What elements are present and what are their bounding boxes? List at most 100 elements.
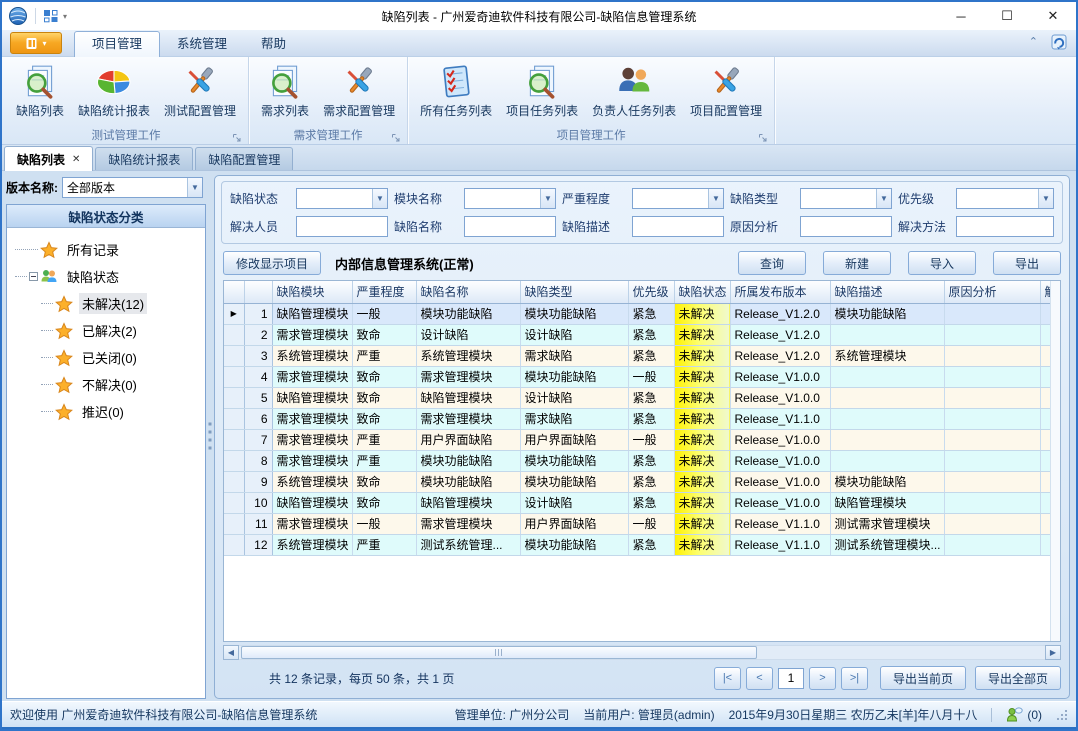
sidebar-splitter[interactable] <box>206 171 214 701</box>
column-header[interactable]: 原因分析 <box>944 281 1040 303</box>
dropdown-arrow-icon[interactable]: ▼ <box>876 189 891 208</box>
ribbon-button[interactable]: 项目配置管理 <box>683 60 769 120</box>
ribbon-right-tools: ⌃ <box>1029 33 1068 51</box>
document-tab[interactable]: 缺陷统计报表 <box>95 147 193 170</box>
scrollbar-thumb[interactable] <box>241 646 757 659</box>
filter-input[interactable] <box>296 216 388 237</box>
tree-item[interactable]: 不解决(0) <box>7 371 205 398</box>
dialog-launcher-icon[interactable] <box>391 130 401 140</box>
table-row[interactable]: 7需求管理模块严重用户界面缺陷用户界面缺陷一般未解决Release_V1.0.0 <box>224 429 1061 450</box>
table-row[interactable]: 4需求管理模块致命需求管理模块模块功能缺陷一般未解决Release_V1.0.0 <box>224 366 1061 387</box>
star-icon <box>55 322 74 340</box>
ribbon-button[interactable]: 需求配置管理 <box>316 60 402 120</box>
tab-close-icon[interactable]: ✕ <box>72 154 80 165</box>
ribbon-button[interactable]: 缺陷列表 <box>9 60 71 120</box>
export-all-pages-button[interactable]: 导出全部页 <box>975 666 1061 690</box>
dropdown-arrow-icon[interactable]: ▼ <box>540 189 555 208</box>
table-row[interactable]: 3系统管理模块严重系统管理模块需求缺陷紧急未解决Release_V1.2.0系统… <box>224 345 1061 366</box>
prev-page-button[interactable]: < <box>746 667 773 690</box>
filter-input[interactable] <box>800 216 892 237</box>
export-current-page-button[interactable]: 导出当前页 <box>880 666 966 690</box>
filter-select[interactable]: ▼ <box>296 188 388 209</box>
table-row[interactable]: 2需求管理模块致命设计缺陷设计缺陷紧急未解决Release_V1.2.0 <box>224 324 1061 345</box>
document-tab[interactable]: 缺陷列表✕ <box>4 146 93 171</box>
scrollbar-track[interactable] <box>239 645 1045 660</box>
table-row[interactable]: 5缺陷管理模块致命缺陷管理模块设计缺陷紧急未解决Release_V1.0.0 <box>224 387 1061 408</box>
ribbon-tab[interactable]: 帮助 <box>244 32 303 56</box>
action-button[interactable]: 查询 <box>738 251 806 275</box>
ribbon-button[interactable]: 测试配置管理 <box>157 60 243 120</box>
tree-item[interactable]: 已解决(2) <box>7 317 205 344</box>
filter-input[interactable] <box>464 216 556 237</box>
table-row[interactable]: 8需求管理模块严重模块功能缺陷模块功能缺陷紧急未解决Release_V1.0.0 <box>224 450 1061 471</box>
dialog-launcher-icon[interactable] <box>232 130 242 140</box>
table-row[interactable]: 10缺陷管理模块致命缺陷管理模块设计缺陷紧急未解决Release_V1.0.0缺… <box>224 492 1061 513</box>
collapse-ribbon-icon[interactable]: ⌃ <box>1029 37 1038 48</box>
filter-select[interactable]: ▼ <box>800 188 892 209</box>
scroll-right-icon[interactable]: ▶ <box>1045 645 1061 660</box>
close-button[interactable]: ✕ <box>1030 2 1076 30</box>
modify-display-items-button[interactable]: 修改显示项目 <box>223 251 321 275</box>
column-header[interactable]: 缺陷类型 <box>520 281 628 303</box>
action-button[interactable]: 导入 <box>908 251 976 275</box>
tree-item[interactable]: 缺陷状态 <box>7 263 205 290</box>
table-row[interactable]: 11需求管理模块一般需求管理模块用户界面缺陷一般未解决Release_V1.1.… <box>224 513 1061 534</box>
action-button[interactable]: 导出 <box>993 251 1061 275</box>
action-button[interactable]: 新建 <box>823 251 891 275</box>
collapse-icon[interactable] <box>29 272 38 281</box>
column-header[interactable]: 缺陷状态 <box>674 281 730 303</box>
ribbon-button[interactable]: 需求列表 <box>254 60 316 120</box>
vertical-scrollbar[interactable] <box>1050 281 1060 641</box>
column-header[interactable]: 缺陷名称 <box>416 281 520 303</box>
tree-item[interactable]: 所有记录 <box>7 236 205 263</box>
filter-box: 缺陷状态▼模块名称▼严重程度▼缺陷类型▼优先级▼解决人员缺陷名称缺陷描述原因分析… <box>221 181 1063 244</box>
table-row[interactable]: 6需求管理模块致命需求管理模块需求缺陷紧急未解决Release_V1.1.0 <box>224 408 1061 429</box>
first-page-button[interactable]: |< <box>714 667 741 690</box>
document-tab[interactable]: 缺陷配置管理 <box>195 147 293 170</box>
ribbon-button[interactable]: 所有任务列表 <box>413 60 499 120</box>
filter-input[interactable] <box>632 216 724 237</box>
help-icon[interactable] <box>1050 33 1068 51</box>
dropdown-arrow-icon[interactable]: ▼ <box>1038 189 1053 208</box>
ribbon-button[interactable]: 负责人任务列表 <box>585 60 683 120</box>
resize-grip-icon[interactable] <box>1056 709 1068 721</box>
last-page-button[interactable]: >| <box>841 667 868 690</box>
tree-item[interactable]: 推迟(0) <box>7 398 205 425</box>
column-header[interactable]: 所属发布版本 <box>730 281 830 303</box>
version-select[interactable]: 全部版本 ▼ <box>62 177 203 198</box>
online-users[interactable]: (0) <box>1006 707 1042 722</box>
tree-item[interactable]: 已关闭(0) <box>7 344 205 371</box>
column-header[interactable] <box>224 281 244 303</box>
filter-input[interactable] <box>956 216 1054 237</box>
column-header[interactable]: 缺陷描述 <box>830 281 944 303</box>
filter-select[interactable]: ▼ <box>956 188 1054 209</box>
dropdown-arrow-icon[interactable]: ▼ <box>372 189 387 208</box>
cell-release: Release_V1.1.0 <box>730 534 830 555</box>
minimize-button[interactable]: ─ <box>938 2 984 30</box>
ribbon-button[interactable]: 项目任务列表 <box>499 60 585 120</box>
ribbon-tab[interactable]: 系统管理 <box>160 32 244 56</box>
ribbon-button[interactable]: 缺陷统计报表 <box>71 60 157 120</box>
filter-select[interactable]: ▼ <box>632 188 724 209</box>
ribbon-tab[interactable]: 项目管理 <box>74 31 160 57</box>
table-row[interactable]: ▶1缺陷管理模块一般模块功能缺陷模块功能缺陷紧急未解决Release_V1.2.… <box>224 303 1061 324</box>
filter-select[interactable]: ▼ <box>464 188 556 209</box>
table-row[interactable]: 9系统管理模块致命模块功能缺陷模块功能缺陷紧急未解决Release_V1.0.0… <box>224 471 1061 492</box>
tree-item[interactable]: 未解决(12) <box>7 290 205 317</box>
table-row[interactable]: 12系统管理模块严重测试系统管理...模块功能缺陷紧急未解决Release_V1… <box>224 534 1061 555</box>
cell-cause <box>944 387 1040 408</box>
scroll-left-icon[interactable]: ◀ <box>223 645 239 660</box>
quick-access-icon[interactable] <box>43 9 59 23</box>
column-header[interactable]: 缺陷模块 <box>272 281 352 303</box>
dropdown-arrow-icon[interactable]: ▼ <box>187 178 202 197</box>
page-number-input[interactable] <box>778 668 804 689</box>
column-header[interactable]: 优先级 <box>628 281 674 303</box>
quick-access-caret-icon[interactable]: ▾ <box>63 12 67 21</box>
dialog-launcher-icon[interactable] <box>758 130 768 140</box>
maximize-button[interactable]: ☐ <box>984 2 1030 30</box>
dropdown-arrow-icon[interactable]: ▼ <box>708 189 723 208</box>
app-menu-button[interactable]: ▾ <box>10 32 62 54</box>
next-page-button[interactable]: > <box>809 667 836 690</box>
column-header[interactable] <box>244 281 272 303</box>
column-header[interactable]: 严重程度 <box>352 281 416 303</box>
